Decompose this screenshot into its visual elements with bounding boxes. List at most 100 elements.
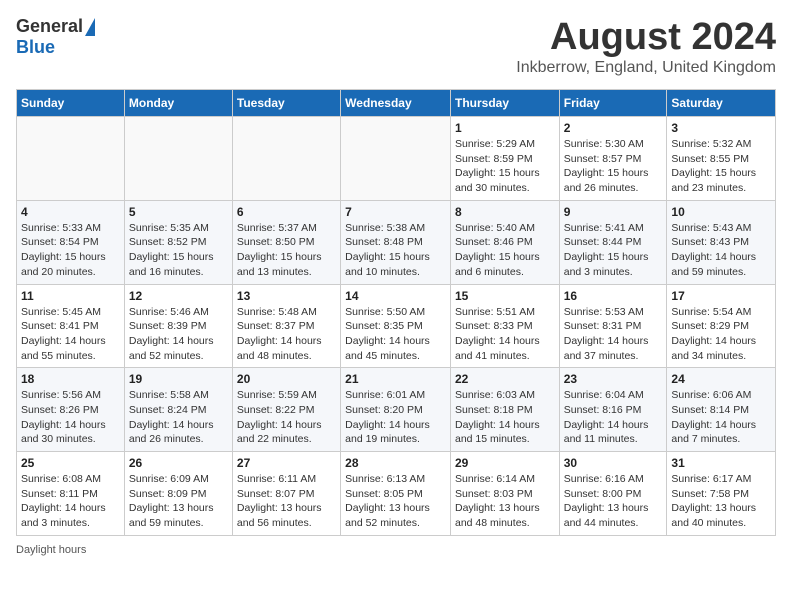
week-row-1: 1 Sunrise: 5:29 AMSunset: 8:59 PMDaylight… bbox=[17, 117, 776, 201]
day-info: Sunrise: 5:45 AMSunset: 8:41 PMDaylight:… bbox=[21, 305, 120, 364]
day-info: Sunrise: 6:01 AMSunset: 8:20 PMDaylight:… bbox=[345, 388, 446, 447]
day-info: Sunrise: 5:32 AMSunset: 8:55 PMDaylight:… bbox=[671, 137, 771, 196]
day-info: Sunrise: 5:38 AMSunset: 8:48 PMDaylight:… bbox=[345, 221, 446, 280]
day-number: 5 bbox=[129, 205, 228, 219]
calendar-body: 1 Sunrise: 5:29 AMSunset: 8:59 PMDaylight… bbox=[17, 117, 776, 536]
day-info: Sunrise: 6:14 AMSunset: 8:03 PMDaylight:… bbox=[455, 472, 555, 531]
day-cell: 16Sunrise: 5:53 AMSunset: 8:31 PMDayligh… bbox=[559, 284, 667, 368]
day-number: 4 bbox=[21, 205, 120, 219]
day-number: 10 bbox=[671, 205, 771, 219]
page-header: General Blue August 2024 Inkberrow, Engl… bbox=[16, 16, 776, 77]
day-number: 30 bbox=[564, 456, 663, 470]
day-cell: 4 Sunrise: 5:33 AMSunset: 8:54 PMDaylight… bbox=[17, 200, 125, 284]
day-info: Sunrise: 5:41 AMSunset: 8:44 PMDaylight:… bbox=[564, 221, 663, 280]
day-info: Sunrise: 5:46 AMSunset: 8:39 PMDaylight:… bbox=[129, 305, 228, 364]
logo-general-text: General bbox=[16, 16, 83, 37]
day-number: 1 bbox=[455, 121, 555, 135]
daylight-label: Daylight hours bbox=[16, 544, 86, 556]
day-info: Sunrise: 6:17 AMSunset: 7:58 PMDaylight:… bbox=[671, 472, 771, 531]
day-info: Sunrise: 5:35 AMSunset: 8:52 PMDaylight:… bbox=[129, 221, 228, 280]
day-cell: 7Sunrise: 5:38 AMSunset: 8:48 PMDaylight… bbox=[341, 200, 451, 284]
month-title: August 2024 bbox=[516, 16, 776, 59]
day-number: 19 bbox=[129, 372, 228, 386]
day-number: 26 bbox=[129, 456, 228, 470]
day-number: 9 bbox=[564, 205, 663, 219]
day-cell: 11 Sunrise: 5:45 AMSunset: 8:41 PMDayligh… bbox=[17, 284, 125, 368]
day-number: 18 bbox=[21, 372, 120, 386]
day-cell: 31Sunrise: 6:17 AMSunset: 7:58 PMDayligh… bbox=[667, 452, 776, 536]
day-info: Sunrise: 5:33 AMSunset: 8:54 PMDaylight:… bbox=[21, 221, 120, 280]
week-row-4: 18Sunrise: 5:56 AMSunset: 8:26 PMDayligh… bbox=[17, 368, 776, 452]
day-cell bbox=[124, 117, 232, 201]
day-cell: 6 Sunrise: 5:37 AMSunset: 8:50 PMDaylight… bbox=[232, 200, 340, 284]
day-cell: 24 Sunrise: 6:06 AMSunset: 8:14 PMDayligh… bbox=[667, 368, 776, 452]
day-info: Sunrise: 5:40 AMSunset: 8:46 PMDaylight:… bbox=[455, 221, 555, 280]
day-header-tuesday: Tuesday bbox=[232, 90, 340, 117]
day-number: 22 bbox=[455, 372, 555, 386]
day-cell bbox=[232, 117, 340, 201]
day-info: Sunrise: 6:11 AMSunset: 8:07 PMDaylight:… bbox=[237, 472, 336, 531]
day-number: 8 bbox=[455, 205, 555, 219]
day-info: Sunrise: 5:30 AMSunset: 8:57 PMDaylight:… bbox=[564, 137, 663, 196]
day-cell: 12Sunrise: 5:46 AMSunset: 8:39 PMDayligh… bbox=[124, 284, 232, 368]
day-number: 2 bbox=[564, 121, 663, 135]
week-row-3: 11 Sunrise: 5:45 AMSunset: 8:41 PMDayligh… bbox=[17, 284, 776, 368]
day-cell: 13 Sunrise: 5:48 AMSunset: 8:37 PMDayligh… bbox=[232, 284, 340, 368]
day-info: Sunrise: 6:06 AMSunset: 8:14 PMDaylight:… bbox=[671, 388, 771, 447]
header-row: SundayMondayTuesdayWednesdayThursdayFrid… bbox=[17, 90, 776, 117]
day-header-wednesday: Wednesday bbox=[341, 90, 451, 117]
day-cell: 23Sunrise: 6:04 AMSunset: 8:16 PMDayligh… bbox=[559, 368, 667, 452]
day-number: 13 bbox=[237, 289, 336, 303]
day-info: Sunrise: 5:43 AMSunset: 8:43 PMDaylight:… bbox=[671, 221, 771, 280]
day-cell: 5 Sunrise: 5:35 AMSunset: 8:52 PMDaylight… bbox=[124, 200, 232, 284]
title-section: August 2024 Inkberrow, England, United K… bbox=[516, 16, 776, 77]
day-cell: 28 Sunrise: 6:13 AMSunset: 8:05 PMDayligh… bbox=[341, 452, 451, 536]
day-number: 6 bbox=[237, 205, 336, 219]
day-cell: 22Sunrise: 6:03 AMSunset: 8:18 PMDayligh… bbox=[450, 368, 559, 452]
day-number: 27 bbox=[237, 456, 336, 470]
day-number: 25 bbox=[21, 456, 120, 470]
day-cell: 14Sunrise: 5:50 AMSunset: 8:35 PMDayligh… bbox=[341, 284, 451, 368]
footer-note: Daylight hours bbox=[16, 544, 776, 556]
day-info: Sunrise: 5:48 AMSunset: 8:37 PMDaylight:… bbox=[237, 305, 336, 364]
day-cell: 26 Sunrise: 6:09 AMSunset: 8:09 PMDayligh… bbox=[124, 452, 232, 536]
day-header-friday: Friday bbox=[559, 90, 667, 117]
logo-triangle-icon bbox=[85, 18, 95, 36]
day-info: Sunrise: 6:09 AMSunset: 8:09 PMDaylight:… bbox=[129, 472, 228, 531]
day-info: Sunrise: 5:58 AMSunset: 8:24 PMDaylight:… bbox=[129, 388, 228, 447]
day-cell: 8 Sunrise: 5:40 AMSunset: 8:46 PMDaylight… bbox=[450, 200, 559, 284]
day-number: 29 bbox=[455, 456, 555, 470]
day-number: 11 bbox=[21, 289, 120, 303]
day-cell: 3 Sunrise: 5:32 AMSunset: 8:55 PMDaylight… bbox=[667, 117, 776, 201]
day-cell: 9 Sunrise: 5:41 AMSunset: 8:44 PMDaylight… bbox=[559, 200, 667, 284]
day-info: Sunrise: 6:13 AMSunset: 8:05 PMDaylight:… bbox=[345, 472, 446, 531]
day-number: 16 bbox=[564, 289, 663, 303]
day-cell: 18Sunrise: 5:56 AMSunset: 8:26 PMDayligh… bbox=[17, 368, 125, 452]
day-header-sunday: Sunday bbox=[17, 90, 125, 117]
day-cell: 21 Sunrise: 6:01 AMSunset: 8:20 PMDayligh… bbox=[341, 368, 451, 452]
day-cell: 1 Sunrise: 5:29 AMSunset: 8:59 PMDaylight… bbox=[450, 117, 559, 201]
logo: General Blue bbox=[16, 16, 95, 58]
day-cell: 30Sunrise: 6:16 AMSunset: 8:00 PMDayligh… bbox=[559, 452, 667, 536]
calendar-header: SundayMondayTuesdayWednesdayThursdayFrid… bbox=[17, 90, 776, 117]
week-row-2: 4 Sunrise: 5:33 AMSunset: 8:54 PMDaylight… bbox=[17, 200, 776, 284]
calendar-table: SundayMondayTuesdayWednesdayThursdayFrid… bbox=[16, 89, 776, 536]
day-info: Sunrise: 5:29 AMSunset: 8:59 PMDaylight:… bbox=[455, 137, 555, 196]
day-cell bbox=[341, 117, 451, 201]
day-header-monday: Monday bbox=[124, 90, 232, 117]
day-cell: 15Sunrise: 5:51 AMSunset: 8:33 PMDayligh… bbox=[450, 284, 559, 368]
day-cell: 10 Sunrise: 5:43 AMSunset: 8:43 PMDayligh… bbox=[667, 200, 776, 284]
day-number: 20 bbox=[237, 372, 336, 386]
day-number: 24 bbox=[671, 372, 771, 386]
day-cell: 27 Sunrise: 6:11 AMSunset: 8:07 PMDayligh… bbox=[232, 452, 340, 536]
day-number: 3 bbox=[671, 121, 771, 135]
day-number: 28 bbox=[345, 456, 446, 470]
day-cell: 19 Sunrise: 5:58 AMSunset: 8:24 PMDayligh… bbox=[124, 368, 232, 452]
day-info: Sunrise: 5:37 AMSunset: 8:50 PMDaylight:… bbox=[237, 221, 336, 280]
day-number: 23 bbox=[564, 372, 663, 386]
day-number: 21 bbox=[345, 372, 446, 386]
logo-blue-text: Blue bbox=[16, 37, 55, 58]
day-info: Sunrise: 5:51 AMSunset: 8:33 PMDaylight:… bbox=[455, 305, 555, 364]
day-info: Sunrise: 6:08 AMSunset: 8:11 PMDaylight:… bbox=[21, 472, 120, 531]
day-header-thursday: Thursday bbox=[450, 90, 559, 117]
